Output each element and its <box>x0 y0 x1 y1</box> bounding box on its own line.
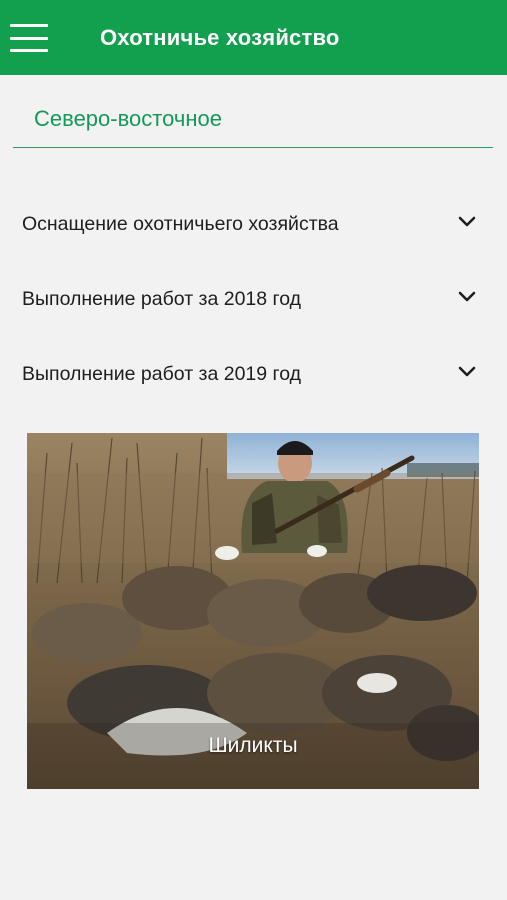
chevron-down-icon <box>458 366 476 377</box>
photo-caption: Шиликты <box>208 734 298 757</box>
accordion-item-equipment[interactable]: Оснащение охотничьего хозяйства <box>0 195 507 255</box>
hunting-photo[interactable]: Шиликты <box>27 433 479 789</box>
accordion-item-label: Выполнение работ за 2019 год <box>22 363 302 385</box>
region-selector[interactable]: Северо-восточное <box>13 90 493 148</box>
app-bar: Охотничье хозяйство <box>0 0 507 75</box>
chevron-down-icon <box>458 216 476 227</box>
accordion-item-label: Оснащение охотничьего хозяйства <box>22 213 339 235</box>
page-title: Охотничье хозяйство <box>100 25 340 50</box>
accordion-item-2018[interactable]: Выполнение работ за 2018 год <box>0 270 507 330</box>
accordion-item-label: Выполнение работ за 2018 год <box>22 288 302 310</box>
accordion-item-2019[interactable]: Выполнение работ за 2019 год <box>0 345 507 405</box>
region-selected-value: Северо-восточное <box>34 106 222 131</box>
hamburger-icon[interactable] <box>10 24 48 52</box>
chevron-down-icon <box>458 291 476 302</box>
